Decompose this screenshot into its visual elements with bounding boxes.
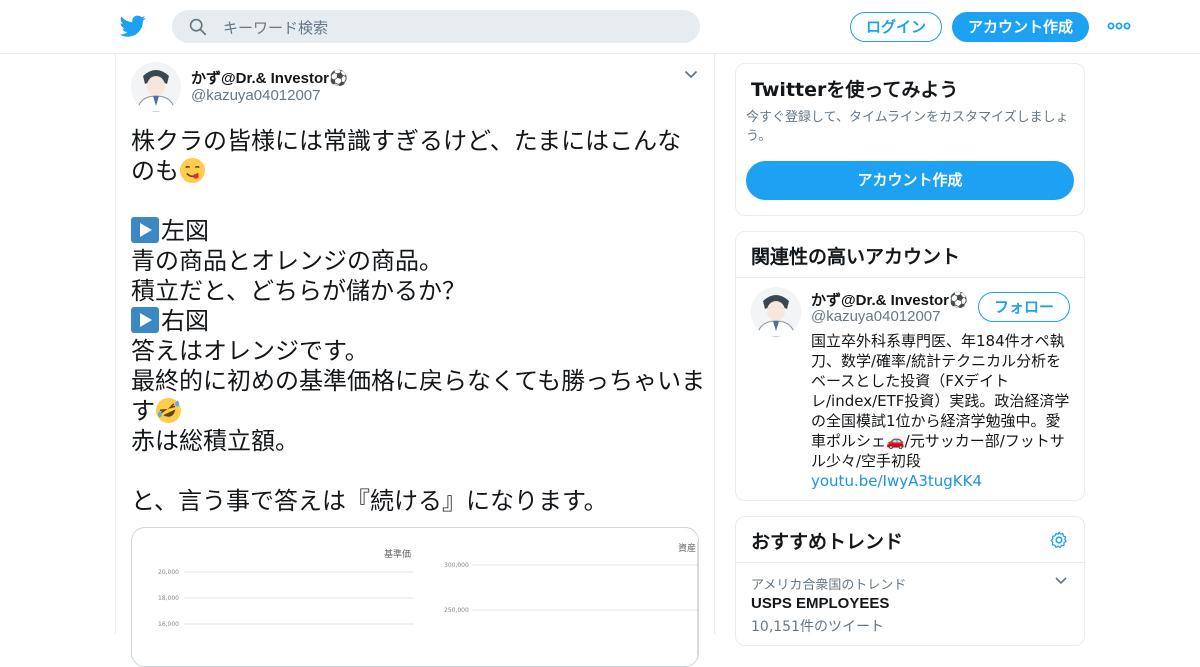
try-twitter-description: 今すぐ登録して、タイムラインをカスタマイズしましょう。 (746, 110, 1069, 144)
related-account-name[interactable]: かず@Dr.& Investor⚽️ (811, 289, 971, 310)
tweet-line: 答えはオレンジです。 (131, 337, 369, 365)
yum-face-emoji-icon (179, 157, 206, 184)
tweet-line-with-icon: 左図 (131, 216, 706, 246)
left-chart-title: 基準価 (384, 548, 411, 560)
left-chart-tick: 20,000 (158, 569, 179, 576)
tweet-author-handle[interactable]: @kazuya04012007 (191, 87, 321, 104)
rofl-face-emoji-icon (155, 397, 182, 424)
tweet-line: す (131, 397, 155, 425)
try-twitter-card: Twitterを使ってみよう 今すぐ登録して、タイムラインをカスタマイズしましょ… (735, 63, 1085, 216)
tweet-line: 左図 (161, 217, 209, 245)
tweet-line: 青の商品とオレンジの商品。 (131, 247, 443, 275)
tweet-media-image[interactable]: 基準価 20,000 18,000 16,000 資産 300,000 250,… (131, 527, 699, 667)
related-accounts-title: 関連性の高いアカウント (751, 246, 961, 268)
search-input[interactable]: キーワード検索 (172, 10, 700, 43)
chart-preview-image: 基準価 20,000 18,000 16,000 資産 300,000 250,… (158, 542, 698, 666)
related-account-handle[interactable]: @kazuya04012007 (811, 308, 941, 325)
trends-title: おすすめトレンド (751, 531, 904, 553)
avatar[interactable] (751, 287, 801, 337)
right-chart-title: 資産 (678, 542, 696, 554)
left-chart-tick: 18,000 (158, 595, 179, 602)
bio-link[interactable]: youtu.be/IwyA3tugKK4 (811, 472, 982, 490)
trend-location: アメリカ合衆国のトレンド (751, 578, 907, 593)
divider (736, 562, 1084, 563)
top-navigation-bar: キーワード検索 ログイン アカウント作成 (0, 0, 1200, 54)
tweet-card: かず@Dr.& Investor⚽️ @kazuya04012007 株クラの皆… (115, 54, 715, 667)
divider (736, 277, 1084, 278)
tweet-line: 積立だと、どちらが儲かるか？ (131, 277, 467, 305)
chevron-down-icon[interactable] (684, 70, 698, 79)
bio-text: 国立卒外科系専門医、年184件オペ執刀、数学/確率/統計テクニカル分析をベースと… (811, 332, 1070, 470)
try-twitter-title: Twitterを使ってみよう (751, 79, 959, 101)
right-chart-tick: 300,000 (444, 562, 469, 569)
tweet-line: 株クラの皆様には常識すぎるけど、たまにはこんな (131, 127, 682, 155)
related-accounts-card: 関連性の高いアカウント かず@Dr.& Investor⚽️ @kazuya04… (735, 231, 1085, 501)
avatar-illustration-icon (131, 62, 181, 112)
left-chart-tick: 16,000 (158, 621, 179, 628)
play-button-emoji-icon (131, 307, 159, 333)
follow-button[interactable]: フォロー (978, 292, 1070, 322)
tweet-line: 最終的に初めの基準価格に戻らなくても勝っちゃいま (131, 367, 706, 395)
tweet-line-with-icon: 右図 (131, 306, 706, 336)
avatar[interactable] (131, 62, 181, 112)
tweet-line (131, 456, 706, 486)
create-account-button[interactable]: アカウント作成 (746, 161, 1074, 200)
tweet-text: 株クラの皆様には常識すぎるけど、たまにはこんな のも 左図 青の商品とオレンジの… (131, 126, 706, 516)
tweet-line (131, 186, 706, 216)
tweet-line: 右図 (161, 307, 209, 335)
trend-tweet-count: 10,151件のツイート (751, 619, 884, 635)
tweet-line-with-emoji: のも (131, 156, 706, 186)
login-button[interactable]: ログイン (850, 12, 942, 42)
tweet-line: のも (131, 157, 179, 185)
right-chart-tick: 250,000 (444, 607, 469, 614)
twitter-bird-icon[interactable] (119, 13, 147, 39)
trend-name[interactable]: USPS EMPLOYEES (751, 595, 889, 612)
search-icon (189, 18, 207, 36)
tweet-line: と、言う事で答えは『続ける』になります。 (131, 487, 608, 515)
search-placeholder: キーワード検索 (223, 19, 329, 37)
tweet-author-name[interactable]: かず@Dr.& Investor⚽️ (191, 67, 348, 88)
related-account-bio: 国立卒外科系専門医、年184件オペ執刀、数学/確率/統計テクニカル分析をベースと… (811, 331, 1073, 491)
tweet-line: 赤は総積立額。 (131, 427, 299, 455)
tweet-line-with-emoji: す (131, 396, 706, 426)
play-button-emoji-icon (131, 217, 159, 243)
avatar-illustration-icon (751, 287, 801, 337)
more-options-icon[interactable] (1107, 22, 1131, 30)
signup-button[interactable]: アカウント作成 (952, 12, 1089, 42)
trends-card: おすすめトレンド アメリカ合衆国のトレンド USPS EMPLOYEES 10,… (735, 516, 1085, 646)
gear-icon[interactable] (1049, 530, 1069, 550)
chevron-down-icon[interactable] (1055, 577, 1067, 585)
